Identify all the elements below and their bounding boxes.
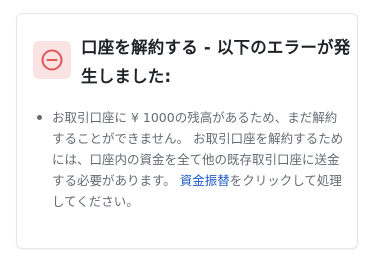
error-card: 口座を解約する - 以下のエラーが発生しました: お取引口座に ¥ 1000の残…: [16, 13, 358, 249]
minus-circle-icon-graphic: [41, 49, 63, 71]
error-list: お取引口座に ¥ 1000の残高があるため、まだ解約することができません。 お取…: [32, 107, 344, 212]
fund-transfer-link[interactable]: 資金振替: [180, 173, 230, 188]
error-title: 口座を解約する - 以下のエラーが発生しました:: [81, 38, 351, 86]
bullet-icon: [37, 115, 42, 120]
minus-circle-icon: [33, 41, 71, 79]
error-list-item: お取引口座に ¥ 1000の残高があるため、まだ解約することができません。 お取…: [32, 107, 344, 212]
